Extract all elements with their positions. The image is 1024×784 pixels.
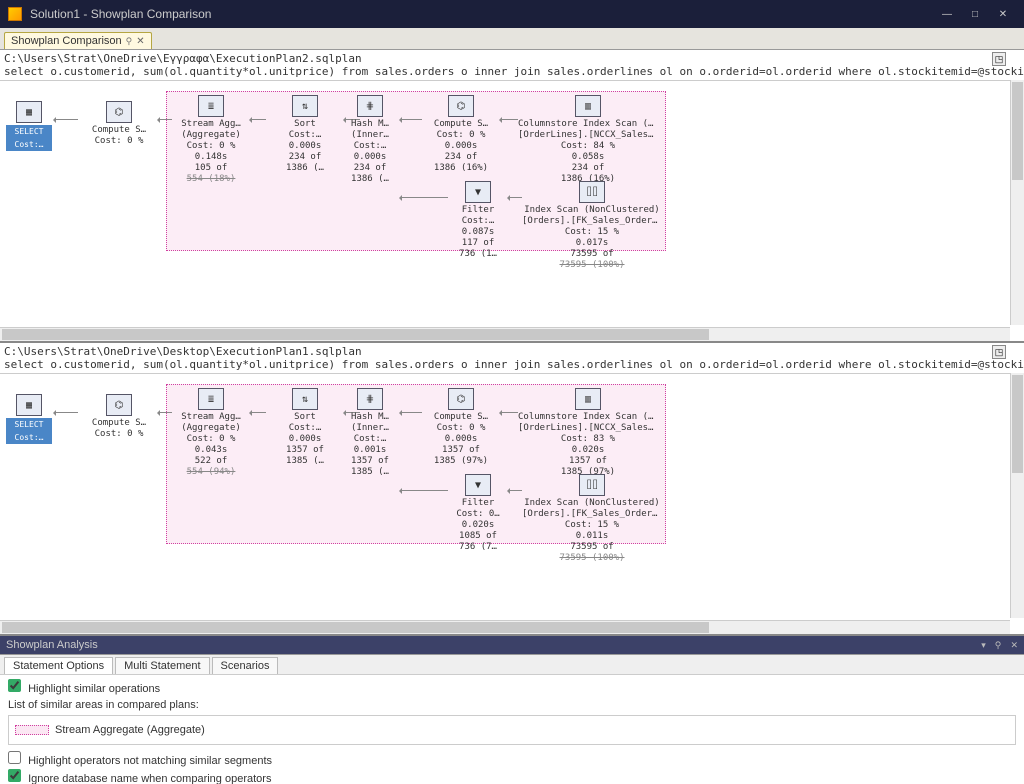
maximize-button[interactable]: □ [962, 4, 988, 24]
scrollbar-vertical[interactable] [1010, 80, 1024, 325]
minimize-button[interactable]: — [934, 4, 960, 24]
node-filter[interactable]: ▼ Filter Cost: 0… 0.020s 1085 of 736 (7… [448, 474, 508, 553]
scrollbar-horizontal[interactable] [0, 620, 1010, 634]
compute-icon: ⌬ [448, 388, 474, 410]
panel-dropdown-icon[interactable]: ▾ [981, 640, 986, 650]
analysis-body: Highlight similar operations List of sim… [0, 675, 1024, 784]
index-scan-icon: ⌷⌷ [579, 474, 605, 496]
table-icon: ▦ [16, 394, 42, 416]
plan-top-pane[interactable]: C:\Users\Strat\OneDrive\Εγγραφα\Executio… [0, 50, 1024, 343]
compute-icon: ⌬ [106, 101, 132, 123]
sort-icon: ⇅ [292, 95, 318, 117]
tab-close-icon[interactable]: ✕ [136, 36, 144, 47]
arrow [400, 197, 448, 198]
node-stream-aggregate[interactable]: ≣ Stream Agg… (Aggregate) Cost: 0 % 0.04… [172, 388, 250, 478]
checkbox-highlight-similar[interactable]: Highlight similar operations [8, 683, 160, 695]
hash-match-icon: ⋕ [357, 388, 383, 410]
columnstore-index-icon: ▥ [575, 388, 601, 410]
checkbox-ignore-dbname[interactable]: Ignore database name when comparing oper… [8, 769, 1016, 784]
plan-top-canvas[interactable]: ▦ SELECT Cost:… ⌬ Compute S… Cost: 0 % ≣… [0, 81, 1024, 342]
columnstore-index-icon: ▥ [575, 95, 601, 117]
stream-aggregate-icon: ≣ [198, 95, 224, 117]
plan-bottom-sql: select o.customerid, sum(ol.quantity*ol.… [4, 358, 1020, 371]
node-columnstore-index-scan[interactable]: ▥ Columnstore Index Scan (No… [OrderLine… [518, 95, 658, 185]
window-title: Solution1 - Showplan Comparison [30, 7, 211, 21]
scrollbar-horizontal[interactable] [0, 327, 1010, 341]
filter-icon: ▼ [465, 181, 491, 203]
arrow [500, 412, 518, 413]
plan-top-header: C:\Users\Strat\OneDrive\Εγγραφα\Executio… [0, 50, 1024, 81]
panel-close-icon[interactable]: ✕ [1010, 640, 1018, 650]
node-filter[interactable]: ▼ Filter Cost:… 0.087s 117 of 736 (1… [448, 181, 508, 260]
node-select[interactable]: ▦ SELECT Cost:… [6, 394, 52, 444]
arrow [158, 412, 172, 413]
plan-bottom-canvas[interactable]: ▦ SELECT Cost:… ⌬ Compute S… Cost: 0 % ≣… [0, 374, 1024, 635]
filter-icon: ▼ [465, 474, 491, 496]
index-scan-icon: ⌷⌷ [579, 181, 605, 203]
arrow [158, 119, 172, 120]
close-button[interactable]: ✕ [990, 4, 1016, 24]
checkbox-highlight-notmatching-input[interactable] [8, 751, 21, 764]
similar-list[interactable]: Stream Aggregate (Aggregate) [8, 715, 1016, 745]
sort-icon: ⇅ [292, 388, 318, 410]
node-sort[interactable]: ⇅ Sort Cost:… 0.000s 234 of 1386 (… [266, 95, 344, 174]
node-compute-scalar-2[interactable]: ⌬ Compute S… Cost: 0 % 0.000s 234 of 138… [422, 95, 500, 174]
plan-top-zoom[interactable]: ◳ [992, 52, 1006, 66]
swatch-icon [15, 725, 49, 735]
plan-top-path: C:\Users\Strat\OneDrive\Εγγραφα\Executio… [4, 52, 1020, 65]
arrow [508, 197, 522, 198]
scrollbar-vertical[interactable] [1010, 373, 1024, 618]
arrow [250, 412, 266, 413]
checkbox-highlight-notmatching[interactable]: Highlight operators not matching similar… [8, 751, 1016, 767]
tab-statement-options[interactable]: Statement Options [4, 657, 113, 674]
arrow [54, 412, 78, 413]
document-tabs: Showplan Comparison ⚲ ✕ [0, 28, 1024, 50]
similar-item[interactable]: Stream Aggregate (Aggregate) [55, 724, 205, 736]
compute-icon: ⌬ [106, 394, 132, 416]
arrow [500, 119, 518, 120]
table-icon: ▦ [16, 101, 42, 123]
tab-scenarios[interactable]: Scenarios [212, 657, 279, 674]
node-compute-scalar-2[interactable]: ⌬ Compute S… Cost: 0 % 0.000s 1357 of 13… [422, 388, 500, 467]
arrow [250, 119, 266, 120]
node-select[interactable]: ▦ SELECT Cost:… [6, 101, 52, 151]
arrow [400, 490, 448, 491]
plan-bottom-path: C:\Users\Strat\OneDrive\Desktop\Executio… [4, 345, 1020, 358]
panel-pin-icon[interactable]: ⚲ [995, 640, 1002, 650]
node-hash-match[interactable]: ⋕ Hash M… (Inner… Cost:… 0.000s 234 of 1… [340, 95, 400, 185]
checkbox-ignore-dbname-input[interactable] [8, 769, 21, 782]
checkbox-highlight-similar-input[interactable] [8, 679, 21, 692]
node-compute-scalar[interactable]: ⌬ Compute S… Cost: 0 % [80, 101, 158, 147]
compute-icon: ⌬ [448, 95, 474, 117]
node-columnstore-index-scan[interactable]: ▥ Columnstore Index Scan (No… [OrderLine… [518, 388, 658, 478]
plan-bottom-pane[interactable]: C:\Users\Strat\OneDrive\Desktop\Executio… [0, 343, 1024, 636]
comparison-area: C:\Users\Strat\OneDrive\Εγγραφα\Executio… [0, 50, 1024, 636]
analysis-panel-header[interactable]: Showplan Analysis ▾ ⚲ ✕ [0, 636, 1024, 654]
tab-multi-statement[interactable]: Multi Statement [115, 657, 209, 674]
plan-top-sql: select o.customerid, sum(ol.quantity*ol.… [4, 65, 1020, 78]
arrow [400, 119, 422, 120]
arrow [400, 412, 422, 413]
arrow [508, 490, 522, 491]
hash-match-icon: ⋕ [357, 95, 383, 117]
plan-bottom-header: C:\Users\Strat\OneDrive\Desktop\Executio… [0, 343, 1024, 374]
analysis-tabs: Statement Options Multi Statement Scenar… [0, 655, 1024, 675]
tab-showplan-comparison[interactable]: Showplan Comparison ⚲ ✕ [4, 32, 152, 49]
node-compute-scalar[interactable]: ⌬ Compute S… Cost: 0 % [80, 394, 158, 440]
pin-icon[interactable]: ⚲ [126, 36, 133, 47]
node-sort[interactable]: ⇅ Sort Cost:… 0.000s 1357 of 1385 (… [266, 388, 344, 467]
plan-bottom-zoom[interactable]: ◳ [992, 345, 1006, 359]
node-index-scan[interactable]: ⌷⌷ Index Scan (NonClustered) [Orders].[F… [522, 474, 662, 564]
analysis-panel-title: Showplan Analysis [6, 639, 98, 651]
analysis-panel: Statement Options Multi Statement Scenar… [0, 654, 1024, 784]
node-stream-aggregate[interactable]: ≣ Stream Agg… (Aggregate) Cost: 0 % 0.14… [172, 95, 250, 185]
node-hash-match[interactable]: ⋕ Hash M… (Inner… Cost:… 0.001s 1357 of … [340, 388, 400, 478]
arrow [54, 119, 78, 120]
similar-list-label: List of similar areas in compared plans: [8, 699, 1016, 711]
app-icon [8, 7, 22, 21]
tab-label: Showplan Comparison [11, 35, 122, 47]
titlebar: Solution1 - Showplan Comparison — □ ✕ [0, 0, 1024, 28]
stream-aggregate-icon: ≣ [198, 388, 224, 410]
node-index-scan[interactable]: ⌷⌷ Index Scan (NonClustered) [Orders].[F… [522, 181, 662, 271]
